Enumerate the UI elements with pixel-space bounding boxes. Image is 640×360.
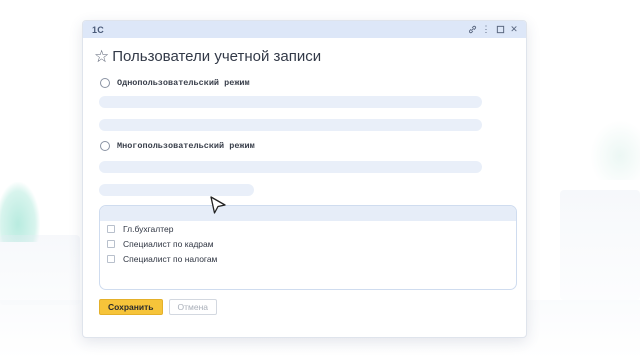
users-dialog-window: 1С ⋮ ✕ ☆ Пользователи учетной записи Одн… <box>82 20 527 338</box>
app-label: 1С <box>92 24 105 35</box>
checkbox[interactable] <box>107 239 115 248</box>
skeleton-placeholder <box>99 119 482 131</box>
radio-multi-user[interactable]: Многопользовательский режим <box>100 141 255 151</box>
skeleton-placeholder <box>99 161 482 173</box>
link-icon[interactable] <box>466 24 478 36</box>
save-button[interactable]: Сохранить <box>99 299 163 315</box>
window-titlebar: 1С ⋮ ✕ <box>83 21 526 38</box>
page-title: Пользователи учетной записи <box>112 47 322 65</box>
background-desk-illustration <box>0 235 80 305</box>
list-item-label: Гл.бухгалтер <box>123 223 174 234</box>
dialog-buttons: Сохранить Отмена <box>99 299 218 315</box>
list-item-label: Специалист по налогам <box>123 253 218 264</box>
list-item[interactable]: Гл.бухгалтер <box>100 221 516 236</box>
skeleton-placeholder <box>99 96 482 108</box>
mouse-cursor-icon <box>210 196 226 214</box>
star-icon[interactable]: ☆ <box>94 48 109 65</box>
radio-button[interactable] <box>100 141 110 151</box>
background-plant-illustration-right <box>590 120 640 180</box>
list-item-label: Специалист по кадрам <box>123 238 214 249</box>
radio-button[interactable] <box>100 78 110 88</box>
skeleton-placeholder <box>99 184 254 196</box>
background-cabinet-illustration <box>560 190 640 300</box>
list-item[interactable]: Специалист по кадрам <box>100 236 516 251</box>
cancel-button[interactable]: Отмена <box>168 299 218 315</box>
list-item[interactable]: Специалист по налогам <box>100 251 516 266</box>
maximize-icon[interactable] <box>494 24 506 36</box>
radio-single-user[interactable]: Однопользовательский режим <box>100 78 250 88</box>
user-role-list: Гл.бухгалтер Специалист по кадрам Специа… <box>99 205 517 290</box>
checkbox[interactable] <box>107 224 115 233</box>
background-plant-illustration <box>0 182 40 242</box>
page-heading: ☆ Пользователи учетной записи <box>94 44 526 68</box>
radio-label: Многопользовательский режим <box>117 141 255 151</box>
radio-label: Однопользовательский режим <box>117 78 250 88</box>
close-icon[interactable]: ✕ <box>508 24 520 36</box>
more-icon[interactable]: ⋮ <box>480 24 492 36</box>
checkbox[interactable] <box>107 254 115 263</box>
list-header <box>100 206 516 221</box>
